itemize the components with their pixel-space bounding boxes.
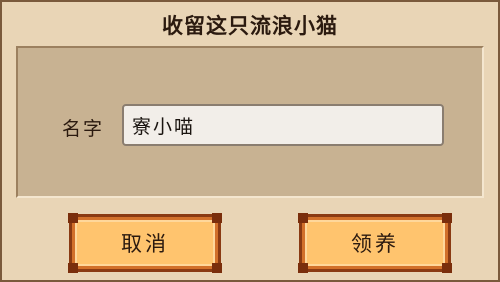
cancel-button[interactable]: 取消 (68, 213, 222, 273)
button-corner-decoration (68, 263, 78, 273)
adopt-cat-dialog: 收留这只流浪小猫 名字 取消 领养 (0, 0, 500, 282)
dialog-title: 收留这只流浪小猫 (162, 14, 338, 38)
button-corner-decoration (298, 263, 308, 273)
name-input[interactable] (122, 104, 444, 146)
name-panel: 名字 (16, 46, 484, 198)
adopt-button-label: 领养 (351, 232, 399, 256)
name-label: 名字 (62, 118, 105, 140)
button-corner-decoration (212, 263, 222, 273)
button-corner-decoration (442, 263, 452, 273)
cancel-button-label: 取消 (121, 232, 169, 256)
adopt-button[interactable]: 领养 (298, 213, 452, 273)
